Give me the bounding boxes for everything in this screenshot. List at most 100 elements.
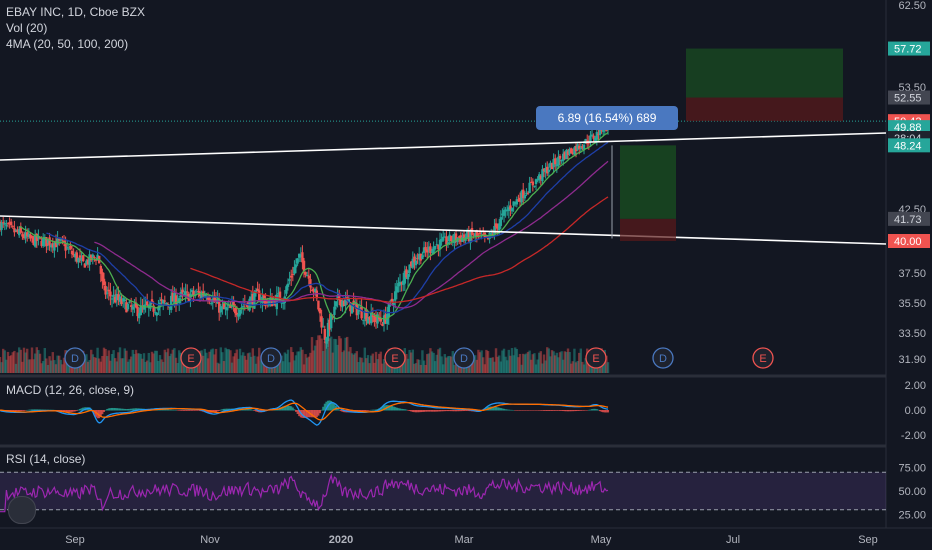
candle-body xyxy=(3,223,7,225)
candle-body xyxy=(48,237,51,246)
time-tick: Nov xyxy=(200,534,220,546)
candle-body xyxy=(238,309,242,316)
candle-body xyxy=(258,290,261,302)
macd-tick: 2.00 xyxy=(905,380,926,392)
price-label: 41.73 xyxy=(894,214,922,226)
event-letter: E xyxy=(391,353,398,365)
candle-body xyxy=(102,278,106,286)
candle-body xyxy=(307,275,311,279)
candle-body xyxy=(309,279,312,288)
candle-body xyxy=(109,291,112,297)
measure-label: 6.89 (16.54%) 689 xyxy=(558,111,657,125)
candle-body xyxy=(106,292,109,294)
candle-body xyxy=(533,185,536,187)
candle-body xyxy=(112,294,115,297)
time-tick: Mar xyxy=(455,534,474,546)
candle-body xyxy=(595,132,599,140)
candle-body xyxy=(126,303,130,310)
loss-zone xyxy=(686,97,843,122)
candle-body xyxy=(155,312,159,316)
candle-body xyxy=(291,274,295,276)
candle-body xyxy=(421,255,424,260)
profit-zone xyxy=(686,48,843,98)
candle-body xyxy=(304,272,307,275)
candle-body xyxy=(70,250,74,255)
macd-title: MACD (12, 26, close, 9) xyxy=(6,383,135,397)
rsi-tick: 50.00 xyxy=(898,486,926,498)
candle-body xyxy=(322,326,325,328)
candle-body xyxy=(131,306,135,310)
candle-body xyxy=(286,283,290,287)
event-letter: E xyxy=(759,353,766,365)
time-tick: Jul xyxy=(726,534,740,546)
loss-zone xyxy=(620,218,676,241)
candle-body xyxy=(381,324,384,326)
candle-body xyxy=(21,234,24,237)
price-label: 40.00 xyxy=(894,236,922,248)
event-letter: D xyxy=(71,353,79,365)
candle-body xyxy=(275,294,279,310)
candle-body xyxy=(523,195,527,199)
candle-body xyxy=(414,260,418,266)
candle-body xyxy=(66,247,69,249)
candle-body xyxy=(77,258,80,263)
rsi-band xyxy=(0,472,886,510)
candle-body xyxy=(434,245,437,250)
price-tick: 31.90 xyxy=(898,354,926,366)
price-tick: 35.50 xyxy=(898,298,926,310)
price-tick: 33.50 xyxy=(898,328,926,340)
candle-body xyxy=(296,258,299,264)
candle-body xyxy=(149,302,152,309)
price-tick: 62.50 xyxy=(898,0,926,12)
candle-body xyxy=(146,301,149,306)
candle-body xyxy=(478,232,482,235)
candle-body xyxy=(163,300,167,302)
time-tick: Sep xyxy=(858,534,878,546)
candle-body xyxy=(547,169,551,172)
candle-body xyxy=(294,264,298,268)
time-tick: 2020 xyxy=(329,534,353,546)
candle-body xyxy=(91,254,95,258)
candle-body xyxy=(450,235,453,242)
candle-body xyxy=(69,245,72,249)
candle-body xyxy=(93,257,96,259)
candle-body xyxy=(123,299,127,302)
candle-body xyxy=(0,222,3,230)
candle-body xyxy=(510,208,514,212)
ma-label: 4MA (20, 50, 100, 200) xyxy=(6,37,129,51)
macd-tick: -2.00 xyxy=(901,430,926,442)
time-tick: May xyxy=(591,534,612,546)
candle-body xyxy=(186,291,189,293)
candle-body xyxy=(570,148,573,153)
candle-body xyxy=(499,217,503,226)
candle-body xyxy=(30,236,34,238)
candle-body xyxy=(128,301,131,303)
candle-body xyxy=(387,303,391,318)
candle-body xyxy=(334,301,338,307)
candle-body xyxy=(234,308,237,314)
candle-body xyxy=(11,226,15,228)
candle-body xyxy=(174,295,178,306)
candle-body xyxy=(10,221,13,226)
candle-body xyxy=(558,155,562,159)
event-letter: D xyxy=(460,353,468,365)
candle-body xyxy=(394,291,397,301)
price-tick: 37.50 xyxy=(898,268,926,280)
rsi-title: RSI (14, close) xyxy=(6,452,86,466)
chart-canvas[interactable]: 6.89 (16.54%) 689D E D E D E D E62.5053.5042.50… xyxy=(0,0,932,550)
candle-body xyxy=(554,158,557,165)
candle-body xyxy=(242,306,245,308)
candle-body xyxy=(362,319,365,321)
candle-body xyxy=(210,303,213,305)
candle-body xyxy=(107,289,111,292)
rsi-tick: 25.00 xyxy=(898,510,926,522)
candle-body xyxy=(531,181,535,186)
candle-body xyxy=(110,298,114,300)
price-label: 57.72 xyxy=(894,44,922,56)
event-letter: E xyxy=(187,353,194,365)
event-letter: E xyxy=(592,353,599,365)
candle-body xyxy=(333,306,336,315)
tradingview-logo-icon[interactable] xyxy=(8,496,36,524)
candle-body xyxy=(5,225,8,227)
macd-tick: 0.00 xyxy=(905,405,926,417)
